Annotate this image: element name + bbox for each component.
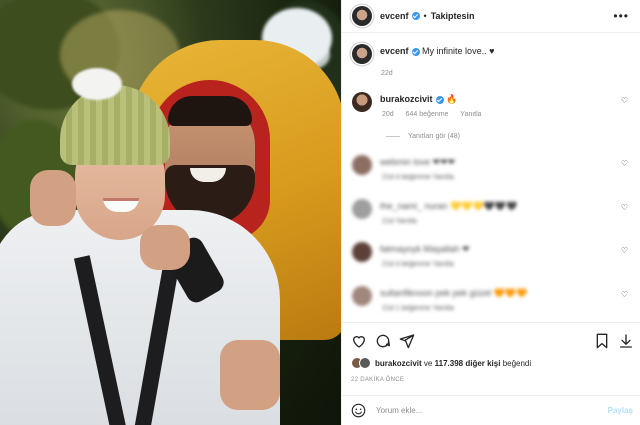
heart-icon[interactable]: ♡ xyxy=(621,96,628,105)
comment-item: webmin love ❤❤❤ 21d 4 beğenme Yanıtla ♡ xyxy=(352,155,634,181)
man-hair xyxy=(168,96,252,126)
hand xyxy=(220,340,280,410)
comment-text: fatmayoyk Maşallah ❤ xyxy=(380,244,470,254)
instagram-post-view: evcenf • Takiptesin ••• evcenf My infini… xyxy=(0,0,640,425)
comment-text: the_nami_ nuran 💛💛💛🖤🖤🖤 xyxy=(380,201,518,211)
reply-button[interactable]: Yanıtla xyxy=(460,111,481,118)
ellipsis-icon[interactable]: ••• xyxy=(613,9,629,23)
liker-avatar xyxy=(359,357,371,369)
comment-likes[interactable]: 644 beğenme xyxy=(406,111,449,118)
comment-text: sultanfiknoon pek pek güzel 🧡🧡🧡 xyxy=(380,288,528,298)
commenter-avatar[interactable] xyxy=(352,155,372,175)
comment-time[interactable]: 20d xyxy=(382,111,394,118)
commenter-avatar[interactable] xyxy=(352,286,372,306)
post-time[interactable]: 22 DAKİKA ÖNCE xyxy=(351,377,404,383)
likes-verb: beğendi xyxy=(502,358,532,368)
beanie-pompom xyxy=(72,68,122,100)
comment-item: sultanfiknoon pek pek güzel 🧡🧡🧡 21d 1 be… xyxy=(352,286,634,312)
comment-meta: 21d Yanıtla xyxy=(382,218,417,225)
likes-count[interactable]: 117.398 xyxy=(435,359,463,368)
follow-status[interactable]: Takiptesin xyxy=(431,11,475,21)
commenter-username[interactable]: burakozcivit xyxy=(380,94,433,104)
like-heart-icon[interactable] xyxy=(351,333,367,349)
comment-item: the_nami_ nuran 💛💛💛🖤🖤🖤 21d Yanıtla ♡ xyxy=(352,199,634,225)
emoji-icon[interactable] xyxy=(351,403,366,418)
likes-connector: ve xyxy=(423,358,433,368)
dot-separator: • xyxy=(423,11,427,21)
comment-meta: 20d 644 beğenme Yanıtla xyxy=(382,111,492,118)
view-replies[interactable]: Yanıtları gör (48) xyxy=(386,133,460,140)
heart-icon[interactable]: ♡ xyxy=(621,246,628,255)
heart-icon[interactable]: ♡ xyxy=(621,203,628,212)
comment-item: fatmayoyk Maşallah ❤ 21d 4 beğenme Yanıt… xyxy=(352,242,634,268)
commenter-avatar[interactable] xyxy=(352,199,372,219)
comment-text: 🔥 xyxy=(446,94,458,104)
heart-icon[interactable]: ♡ xyxy=(621,159,628,168)
verified-icon xyxy=(435,95,444,104)
comment-text: webmin love ❤❤❤ xyxy=(380,157,456,167)
caption-text: My infinite love.. ♥ xyxy=(422,46,495,56)
comment-item: burakozcivit 🔥 20d 644 beğenme Yanıtla ♡ xyxy=(352,92,634,118)
author-avatar[interactable] xyxy=(352,6,372,26)
likes-others[interactable]: diğer kişi xyxy=(465,359,500,368)
commenter-avatar[interactable] xyxy=(352,242,372,262)
likes-summary: burakozcivit ve 117.398 diğer kişi beğen… xyxy=(351,357,531,369)
post-photo[interactable] xyxy=(0,0,341,425)
post-comment-button[interactable]: Paylaş xyxy=(608,406,633,415)
view-replies-label[interactable]: Yanıtları gör (48) xyxy=(408,133,460,140)
action-bar xyxy=(341,322,640,362)
post-header: evcenf • Takiptesin ••• xyxy=(342,0,640,33)
caption-username[interactable]: evcenf xyxy=(380,46,409,56)
hand xyxy=(140,225,190,270)
add-comment-bar: Paylaş xyxy=(341,395,640,425)
caption-avatar[interactable] xyxy=(352,44,372,64)
heart-icon[interactable]: ♡ xyxy=(621,290,628,299)
comment-meta: 21d 1 beğenme Yanıtla xyxy=(382,305,454,312)
verified-icon xyxy=(411,12,420,20)
comment-meta: 21d 4 beğenme Yanıtla xyxy=(382,174,454,181)
comment-meta: 21d 4 beğenme Yanıtla xyxy=(382,261,454,268)
verified-icon xyxy=(411,47,420,56)
post-caption: evcenf My infinite love.. ♥ xyxy=(352,44,632,64)
download-icon[interactable] xyxy=(619,333,633,349)
hand xyxy=(30,170,76,226)
divider-line xyxy=(386,136,400,137)
caption-time[interactable]: 22d xyxy=(381,70,393,77)
share-icon[interactable] xyxy=(399,333,415,349)
comment-input[interactable] xyxy=(376,406,596,415)
bookmark-icon[interactable] xyxy=(595,333,609,349)
liker-username[interactable]: burakozcivit xyxy=(375,359,422,368)
comment-icon[interactable] xyxy=(375,333,391,349)
author-username[interactable]: evcenf xyxy=(380,11,409,21)
commenter-avatar[interactable] xyxy=(352,92,372,112)
